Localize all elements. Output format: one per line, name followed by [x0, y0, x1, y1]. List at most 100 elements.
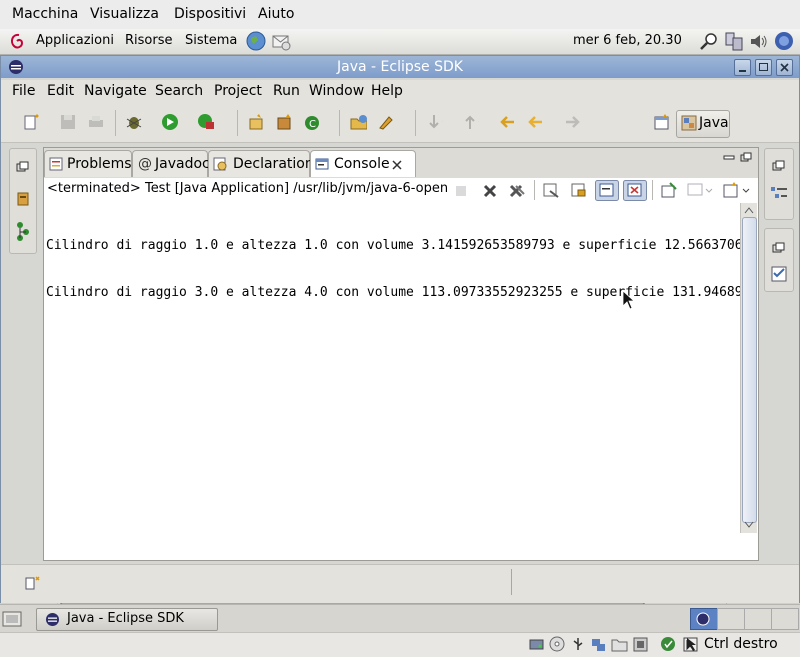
host-menu-dispositivi[interactable]: Dispositivi [174, 6, 246, 22]
tab-javadoc[interactable]: @ Javadoc [132, 150, 210, 177]
eclipse-window: Java - Eclipse SDK File Edit Navigate Se… [0, 55, 800, 615]
workspace-2[interactable] [717, 608, 745, 630]
show-console-stdout-icon[interactable] [595, 180, 619, 201]
next-annotation-icon[interactable] [425, 113, 443, 131]
workspace-1[interactable] [690, 608, 718, 630]
clear-console-icon[interactable] [542, 182, 560, 199]
right-trim-stack-top [764, 148, 794, 220]
java-perspective-icon [681, 115, 697, 131]
menu-file[interactable]: File [12, 83, 35, 99]
toolbar-separator [415, 110, 416, 136]
last-edit-location-icon[interactable] [499, 113, 517, 131]
virtualization-icon[interactable] [660, 636, 677, 653]
terminate-icon[interactable] [454, 184, 468, 198]
task-list-icon[interactable] [770, 265, 788, 283]
debug-icon[interactable] [125, 113, 143, 131]
scroll-lock-icon[interactable] [570, 182, 588, 199]
outline-icon[interactable] [770, 185, 788, 203]
menu-project[interactable]: Project [214, 83, 262, 99]
web-browser-icon[interactable] [246, 31, 267, 52]
run-icon[interactable] [161, 113, 179, 131]
print-icon[interactable] [87, 113, 105, 131]
remove-all-terminated-icon[interactable] [508, 183, 526, 199]
hard-disk-icon[interactable] [528, 636, 545, 653]
back-icon[interactable] [527, 113, 545, 131]
menu-edit[interactable]: Edit [47, 83, 74, 99]
close-button[interactable] [776, 59, 793, 76]
scroll-up-icon[interactable] [743, 205, 755, 215]
minimize-button[interactable] [734, 59, 751, 76]
restore-icon[interactable] [16, 161, 30, 173]
panel-menu-system[interactable]: Sistema [185, 33, 237, 48]
shared-folders-icon[interactable] [611, 636, 628, 653]
host-menubar: Macchina Visualizza Dispositivi Aiuto [0, 0, 800, 30]
network-adapter-icon[interactable] [590, 636, 607, 653]
host-menu-visualizza[interactable]: Visualizza [90, 6, 159, 22]
menu-help[interactable]: Help [371, 83, 403, 99]
search-icon[interactable] [699, 32, 719, 51]
menu-run[interactable]: Run [273, 83, 300, 99]
video-capture-icon[interactable] [632, 636, 649, 653]
external-tools-icon[interactable] [197, 113, 215, 131]
workspace-4[interactable] [771, 608, 799, 630]
console-view: Problems @ Javadoc Declaration Console <… [43, 147, 759, 615]
window-titlebar[interactable]: Java - Eclipse SDK [1, 56, 799, 78]
mail-client-icon[interactable] [271, 31, 292, 52]
vertical-scrollbar[interactable] [740, 203, 757, 533]
tab-declaration[interactable]: Declaration [208, 150, 314, 177]
tab-console[interactable]: Console [310, 150, 416, 177]
menu-window[interactable]: Window [309, 83, 364, 99]
debian-swirl-icon[interactable] [8, 32, 26, 50]
optical-drive-icon[interactable] [549, 636, 566, 653]
menu-search[interactable]: Search [155, 83, 203, 99]
scroll-down-icon[interactable] [743, 520, 755, 530]
vertical-scroll-thumb[interactable] [742, 217, 757, 523]
open-console-icon[interactable] [722, 181, 752, 199]
package-explorer-icon[interactable] [15, 191, 31, 207]
previous-annotation-icon[interactable] [461, 113, 479, 131]
pin-console-icon[interactable] [660, 182, 678, 199]
console-header: <terminated> Test [Java Application] /us… [44, 178, 758, 203]
network-icon[interactable] [723, 31, 745, 52]
menu-navigate[interactable]: Navigate [84, 83, 147, 99]
tab-console-label: Console [334, 156, 390, 172]
open-perspective-icon[interactable] [653, 113, 671, 131]
host-menu-macchina[interactable]: Macchina [12, 6, 78, 22]
show-console-stderr-icon[interactable] [623, 180, 647, 201]
new-wizard-icon[interactable] [23, 113, 41, 131]
restore-icon[interactable] [772, 160, 786, 172]
remove-launch-icon[interactable] [482, 183, 498, 199]
close-tab-icon[interactable] [391, 159, 403, 171]
workspace-switcher[interactable] [690, 608, 799, 630]
panel-menu-places[interactable]: Risorse [125, 33, 173, 48]
restore-icon[interactable] [772, 242, 786, 254]
display-selected-console-icon[interactable] [686, 182, 714, 199]
new-class-icon[interactable]: C [303, 113, 321, 131]
console-output[interactable]: Cilindro di raggio 1.0 e altezza 1.0 con… [46, 203, 740, 532]
new-java-project-icon[interactable] [247, 113, 265, 131]
show-desktop-icon[interactable] [2, 610, 22, 628]
left-trim-stack [9, 148, 37, 254]
forward-icon[interactable] [563, 113, 581, 131]
new-package-icon[interactable] [275, 113, 293, 131]
usb-icon[interactable] [570, 636, 587, 653]
taskbar-task-eclipse[interactable]: Java - Eclipse SDK [36, 608, 218, 631]
minimize-icon [739, 70, 746, 72]
search-tool-icon[interactable] [377, 113, 395, 131]
java-perspective-button[interactable]: Java [676, 110, 730, 138]
workspace-3[interactable] [744, 608, 772, 630]
shutdown-icon[interactable] [774, 31, 794, 51]
hierarchy-icon[interactable] [15, 221, 31, 241]
maximize-view-icon[interactable] [740, 152, 752, 163]
volume-icon[interactable] [749, 33, 769, 50]
maximize-button[interactable] [755, 59, 772, 76]
svg-text:C: C [309, 119, 316, 130]
panel-menu-applications[interactable]: Applicazioni [36, 33, 114, 48]
panel-clock[interactable]: mer 6 feb, 20.30 [573, 33, 682, 48]
minimize-view-icon[interactable] [723, 153, 735, 161]
host-menu-aiuto[interactable]: Aiuto [258, 6, 294, 22]
show-view-as-fast-view-icon[interactable] [24, 575, 40, 591]
tab-problems[interactable]: Problems [44, 150, 132, 177]
open-type-icon[interactable] [349, 113, 367, 131]
save-icon[interactable] [59, 113, 77, 131]
